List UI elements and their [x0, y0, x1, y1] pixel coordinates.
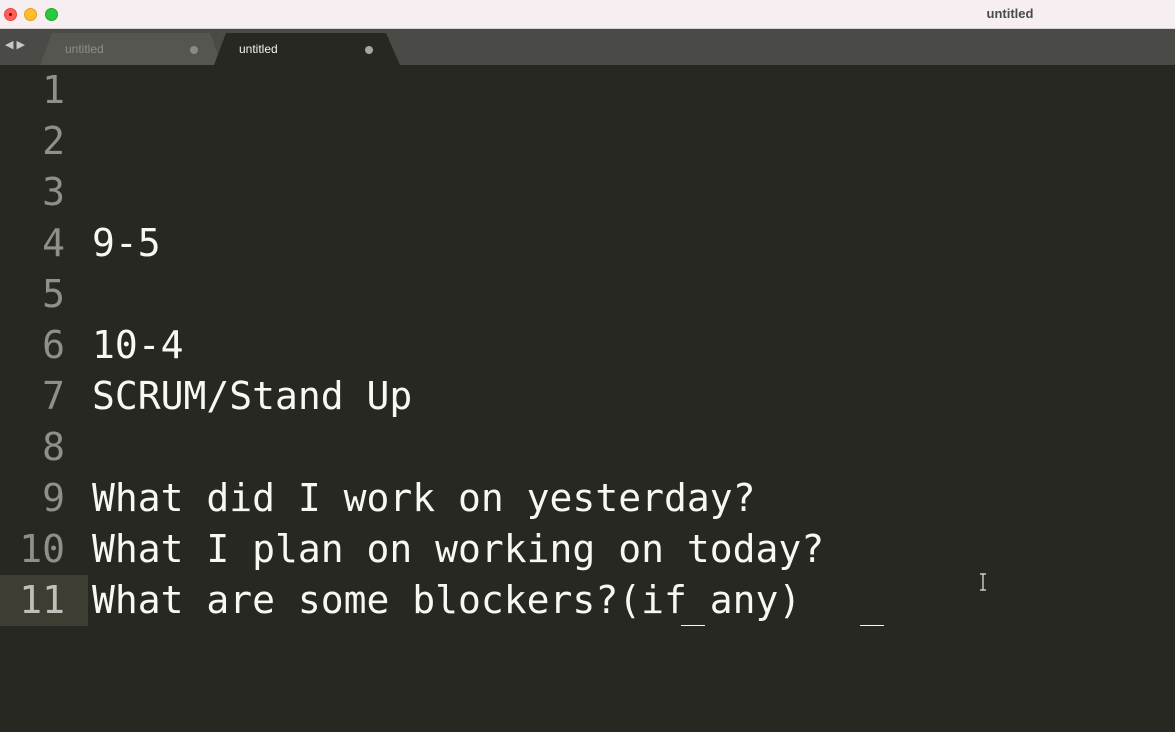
line-text[interactable]: What I plan on working on today?: [92, 524, 824, 575]
title-bar: untitled: [0, 0, 1175, 29]
line-text[interactable]: 9-5: [92, 218, 161, 269]
minimize-window-button[interactable]: [24, 8, 37, 21]
tab-label: untitled: [65, 42, 104, 56]
text-cursor-icon: [980, 573, 986, 591]
line-number: 6: [42, 323, 65, 367]
line-number: 8: [42, 425, 65, 469]
close-window-button[interactable]: [4, 8, 17, 21]
editor-line-current[interactable]: 11 What are some blockers?(if any): [0, 575, 1175, 626]
tab-untitled-2[interactable]: untitled: [214, 33, 400, 65]
editor-line[interactable]: 9 What did I work on yesterday?: [0, 473, 1175, 524]
line-text[interactable]: What did I work on yesterday?: [92, 473, 755, 524]
editor-line[interactable]: 2: [0, 116, 1175, 167]
right-arrow-icon[interactable]: ▶: [16, 38, 27, 51]
editor-line[interactable]: 8: [0, 422, 1175, 473]
line-number: 4: [42, 221, 65, 265]
bracket-match-underline: [681, 625, 705, 626]
line-number: 10: [19, 527, 65, 571]
editor-line[interactable]: 10 What I plan on working on today?: [0, 524, 1175, 575]
line-number: 11: [0, 575, 88, 626]
modified-dot-icon[interactable]: [190, 46, 198, 54]
window-title: untitled: [986, 6, 1034, 21]
line-number: 7: [42, 374, 65, 418]
modified-dot-icon[interactable]: [365, 46, 373, 54]
editor-line[interactable]: 4 9-5: [0, 218, 1175, 269]
editor-line[interactable]: 1: [0, 65, 1175, 116]
editor-line[interactable]: 3: [0, 167, 1175, 218]
left-arrow-icon[interactable]: ◀: [5, 38, 16, 51]
line-number: 5: [42, 272, 65, 316]
maximize-window-button[interactable]: [45, 8, 58, 21]
editor-line[interactable]: 5: [0, 269, 1175, 320]
editor-line[interactable]: 6 10-4: [0, 320, 1175, 371]
line-text[interactable]: 10-4: [92, 320, 184, 371]
line-number: 2: [42, 119, 65, 163]
tab-untitled-1[interactable]: untitled: [40, 33, 222, 65]
line-text[interactable]: SCRUM/Stand Up: [92, 371, 412, 422]
line-number: 1: [42, 68, 65, 112]
bracket-match-underline: [860, 625, 884, 626]
line-text[interactable]: What are some blockers?(if any): [92, 575, 801, 626]
editor-line[interactable]: 7 SCRUM/Stand Up: [0, 371, 1175, 422]
line-number: 3: [42, 170, 65, 214]
text-editor[interactable]: 1 2 3 4 9-5 5 6 10-4 7 SCRUM/Stand Up 8 …: [0, 65, 1175, 732]
line-number: 9: [42, 476, 65, 520]
tab-bar: ◀▶ untitled untitled: [0, 29, 1175, 65]
tab-label: untitled: [239, 42, 278, 56]
tab-nav-arrows: ◀▶: [5, 38, 28, 51]
